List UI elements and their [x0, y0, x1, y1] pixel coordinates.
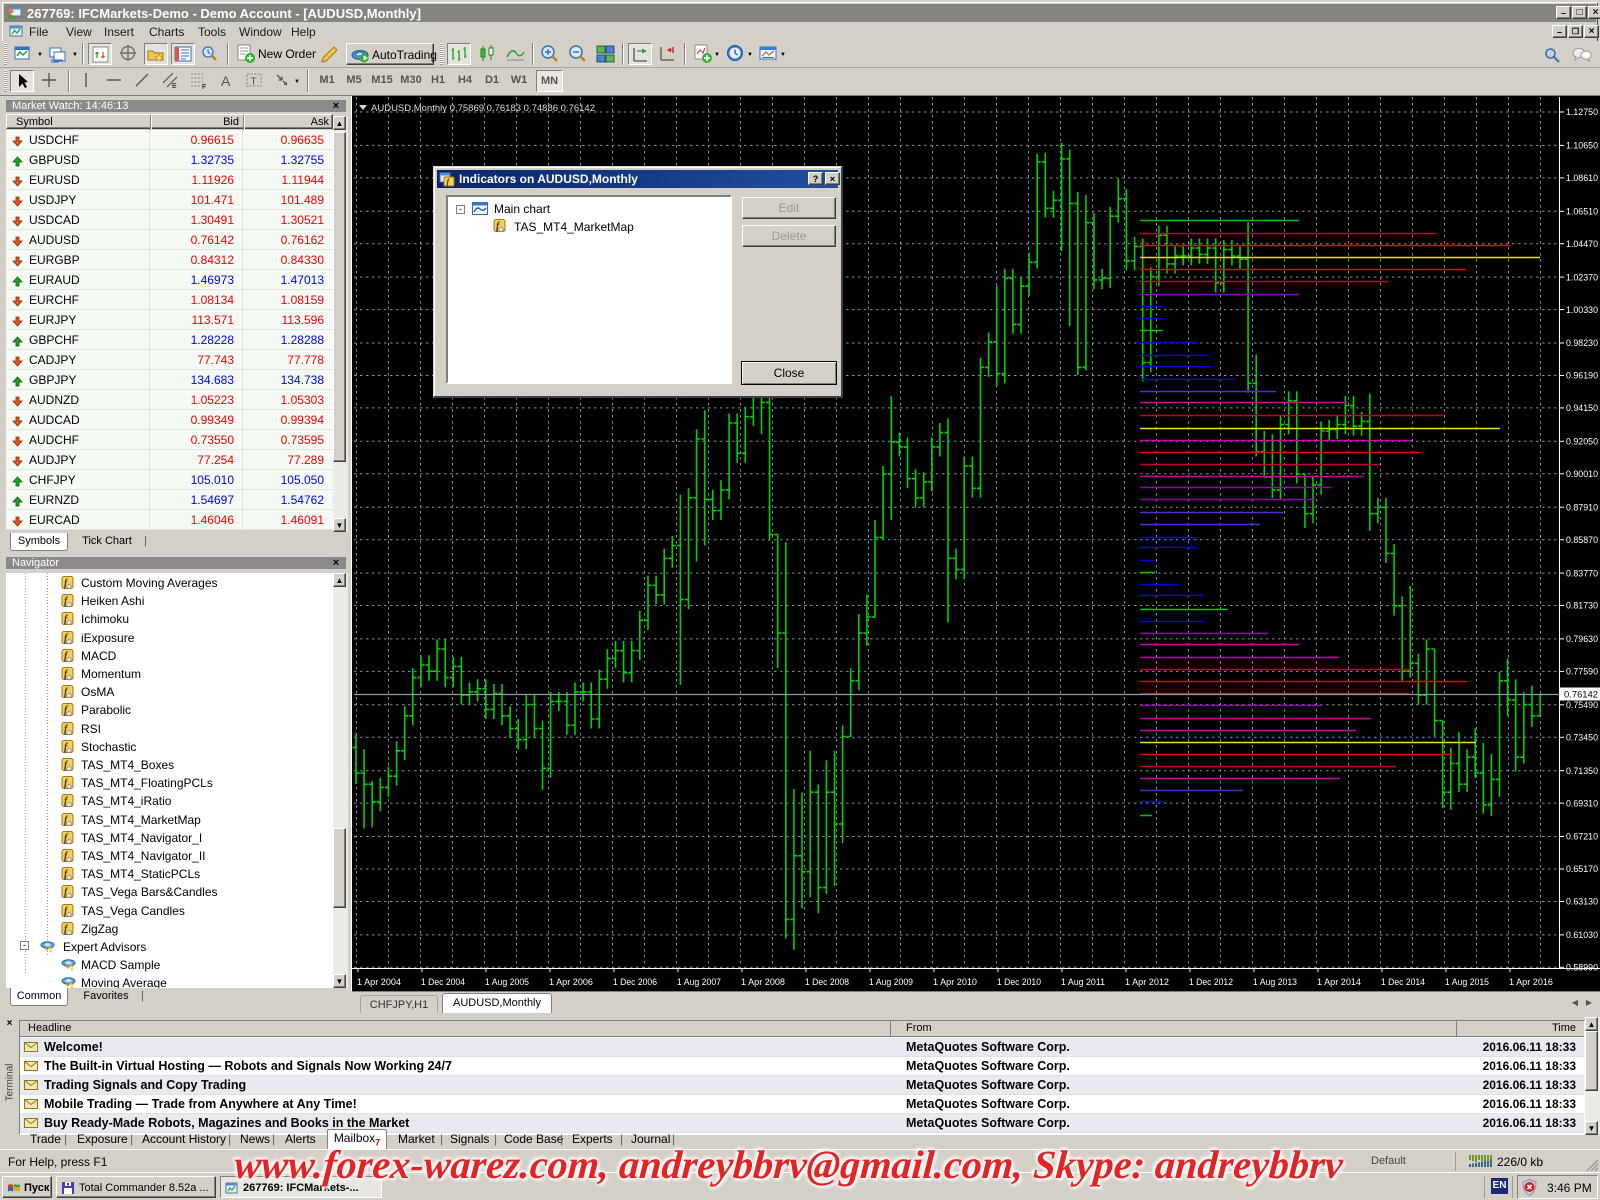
- svg-text:1 Dec 2010: 1 Dec 2010: [997, 977, 1041, 988]
- svg-text:1 Aug 2007: 1 Aug 2007: [677, 977, 721, 988]
- svg-text:0.73450: 0.73450: [1566, 733, 1598, 744]
- svg-text:T: T: [251, 77, 257, 88]
- svg-text:1.02370: 1.02370: [1566, 272, 1598, 283]
- svg-text:1 Dec 2014: 1 Dec 2014: [1381, 977, 1425, 988]
- svg-text:0.96190: 0.96190: [1566, 371, 1598, 382]
- svg-text:0.58990: 0.58990: [1566, 963, 1598, 974]
- svg-text:1 Apr 2004: 1 Apr 2004: [357, 977, 401, 988]
- svg-text:1.12750: 1.12750: [1566, 107, 1598, 118]
- svg-text:1.00330: 1.00330: [1566, 305, 1598, 316]
- svg-text:0.83770: 0.83770: [1566, 568, 1598, 579]
- svg-text:1 Aug 2015: 1 Aug 2015: [1445, 977, 1489, 988]
- svg-text:1.10650: 1.10650: [1566, 141, 1598, 152]
- svg-text:0.63130: 0.63130: [1566, 897, 1598, 908]
- svg-text:1 Dec 2004: 1 Dec 2004: [421, 977, 465, 988]
- svg-text:1 Aug 2009: 1 Aug 2009: [869, 977, 913, 988]
- svg-text:0.87910: 0.87910: [1566, 502, 1598, 513]
- svg-text:0.92050: 0.92050: [1566, 437, 1598, 448]
- svg-text:1 Dec 2006: 1 Dec 2006: [613, 977, 657, 988]
- svg-text:0.76142: 0.76142: [1564, 690, 1598, 701]
- svg-text:1.04470: 1.04470: [1566, 239, 1598, 250]
- svg-text:F: F: [202, 84, 206, 91]
- svg-text:0.90010: 0.90010: [1566, 469, 1598, 480]
- svg-text:AUDUSD,Monthly 0.75869 0.7618: AUDUSD,Monthly 0.75869 0.76183 0.74886 0…: [371, 103, 595, 114]
- svg-text:0.71350: 0.71350: [1566, 766, 1598, 777]
- svg-text:0.65170: 0.65170: [1566, 864, 1598, 875]
- svg-text:0.67210: 0.67210: [1566, 832, 1598, 843]
- svg-text:1 Dec 2008: 1 Dec 2008: [805, 977, 849, 988]
- svg-text:1 Dec 2012: 1 Dec 2012: [1189, 977, 1233, 988]
- svg-text:1 Apr 2006: 1 Apr 2006: [549, 977, 593, 988]
- svg-text:1 Aug 2011: 1 Aug 2011: [1061, 977, 1105, 988]
- svg-text:1.06510: 1.06510: [1566, 207, 1598, 218]
- svg-text:0.81730: 0.81730: [1566, 601, 1598, 612]
- svg-text:1 Apr 2016: 1 Apr 2016: [1509, 977, 1553, 988]
- svg-text:1 Apr 2014: 1 Apr 2014: [1317, 977, 1361, 988]
- svg-text:1 Apr 2008: 1 Apr 2008: [741, 977, 785, 988]
- svg-text:1 Aug 2013: 1 Aug 2013: [1253, 977, 1297, 988]
- svg-text:0.75490: 0.75490: [1566, 700, 1598, 711]
- svg-text:0.69310: 0.69310: [1566, 798, 1598, 809]
- svg-text:0.94150: 0.94150: [1566, 403, 1598, 414]
- svg-text:1 Apr 2012: 1 Apr 2012: [1125, 977, 1169, 988]
- svg-text:1 Aug 2005: 1 Aug 2005: [485, 977, 529, 988]
- svg-text:1.08610: 1.08610: [1566, 173, 1598, 184]
- svg-text:1 Apr 2010: 1 Apr 2010: [933, 977, 977, 988]
- svg-text:0.61030: 0.61030: [1566, 930, 1598, 941]
- svg-text:0.98230: 0.98230: [1566, 338, 1598, 349]
- svg-text:0.77590: 0.77590: [1566, 667, 1598, 678]
- svg-text:E: E: [172, 83, 177, 90]
- svg-text:0.85870: 0.85870: [1566, 535, 1598, 546]
- svg-text:0.79630: 0.79630: [1566, 634, 1598, 645]
- svg-text:A: A: [221, 73, 231, 89]
